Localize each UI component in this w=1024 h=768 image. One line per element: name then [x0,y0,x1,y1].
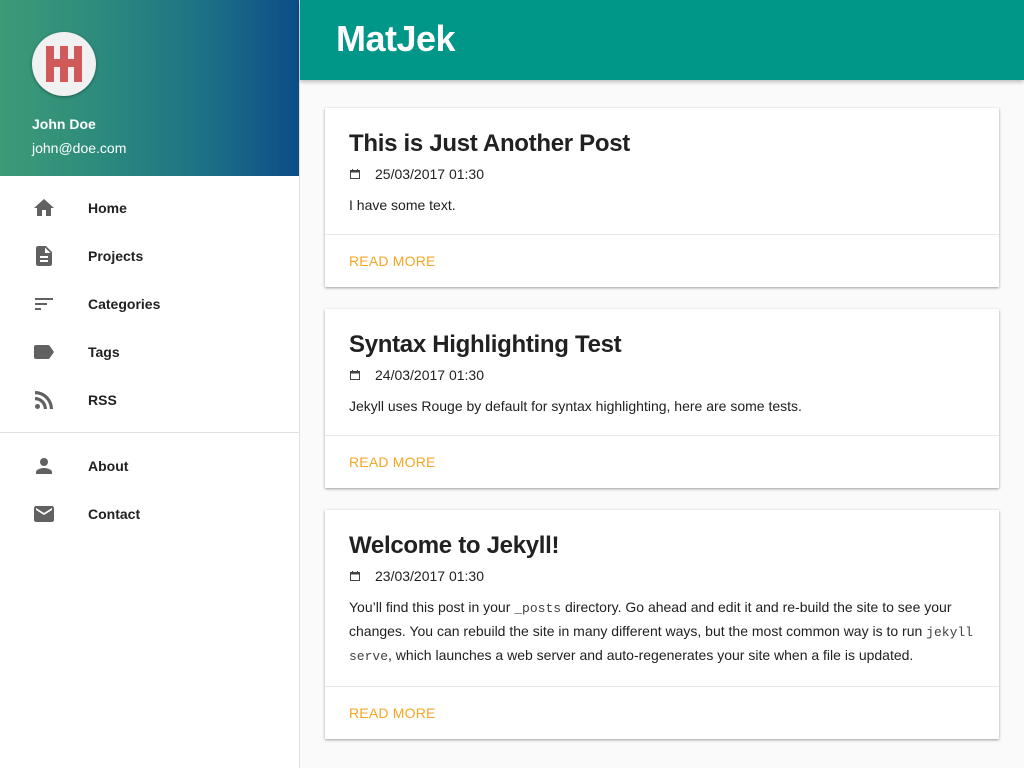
avatar[interactable] [32,32,96,96]
nav-item-about[interactable]: About [0,442,299,490]
calendar-icon [350,370,360,380]
read-more-button[interactable]: Read more [349,705,436,721]
post-card: Syntax Highlighting Test 24/03/2017 01:3… [325,309,999,488]
rss-icon [32,388,56,412]
file-icon [32,244,56,268]
secondary-nav: About Contact [0,442,299,538]
mail-icon [32,502,56,526]
nav-label: About [88,458,129,474]
nav-item-tags[interactable]: Tags [0,328,299,376]
nav-label: Contact [88,506,141,522]
nav-label: Projects [88,248,144,264]
post-date: 24/03/2017 01:30 [349,367,975,383]
post-title[interactable]: Syntax Highlighting Test [349,331,975,359]
app-bar: MatJek [300,0,1024,80]
post-title[interactable]: Welcome to Jekyll! [349,532,975,560]
post-date-text: 23/03/2017 01:30 [375,568,484,584]
nav-label: RSS [88,392,117,408]
person-icon [32,454,56,478]
nav-item-rss[interactable]: RSS [0,376,299,424]
nav-item-contact[interactable]: Contact [0,490,299,538]
post-excerpt: I have some text. [349,197,456,213]
sidebar: John Doe john@doe.com Home Projects Cate… [0,0,300,768]
post-card: This is Just Another Post 25/03/2017 01:… [325,108,999,287]
nav-item-home[interactable]: Home [0,184,299,232]
user-email: john@doe.com [32,140,127,156]
card-actions: Read more [325,234,999,287]
post-excerpt: Jekyll uses Rouge by default for syntax … [349,398,802,414]
read-more-button[interactable]: Read more [349,454,436,470]
post-date: 23/03/2017 01:30 [349,568,975,584]
inline-code: _posts [514,601,562,616]
calendar-icon [350,169,360,179]
post-date: 25/03/2017 01:30 [349,166,975,182]
profile-header: John Doe john@doe.com [0,0,299,176]
nav-label: Categories [88,296,161,312]
card-actions: Read more [325,435,999,488]
user-name: John Doe [32,116,96,132]
nav-divider [0,432,299,433]
nav-item-categories[interactable]: Categories [0,280,299,328]
tag-icon [32,340,56,364]
nav-label: Tags [88,344,120,360]
card-actions: Read more [325,686,999,739]
excerpt-text: You’ll find this post in your [349,599,515,615]
post-card: Welcome to Jekyll! 23/03/2017 01:30 You’… [325,510,999,739]
post-date-text: 25/03/2017 01:30 [375,166,484,182]
read-more-button[interactable]: Read more [349,253,436,269]
post-excerpt: You’ll find this post in your _posts dir… [349,596,975,668]
post-list: This is Just Another Post 25/03/2017 01:… [325,108,999,761]
home-icon [32,196,56,220]
calendar-icon [350,571,360,581]
excerpt-text: , which launches a web server and auto-r… [388,647,914,663]
nav-label: Home [88,200,127,216]
sort-icon [32,292,56,316]
nav-item-projects[interactable]: Projects [0,232,299,280]
post-title[interactable]: This is Just Another Post [349,130,975,158]
post-date-text: 24/03/2017 01:30 [375,367,484,383]
primary-nav: Home Projects Categories Tags RSS [0,176,299,424]
app-title[interactable]: MatJek [336,18,456,60]
